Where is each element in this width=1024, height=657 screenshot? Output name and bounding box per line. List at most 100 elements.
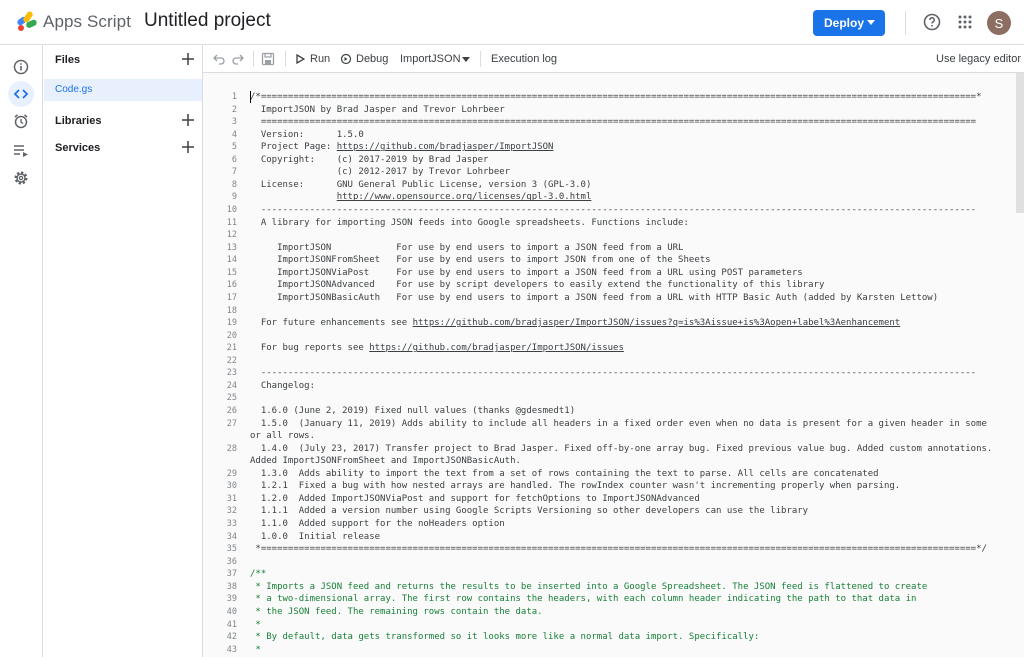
rail-editor[interactable] [8, 81, 34, 107]
line-number: 17 [226, 292, 237, 303]
rail-settings[interactable] [8, 165, 34, 191]
code-text: /** [250, 569, 267, 580]
line-number: 28 [226, 443, 237, 454]
google-apps-icon[interactable] [957, 14, 973, 30]
line-number: 1 [231, 92, 237, 102]
code-line: * By default, data gets transformed so i… [250, 631, 759, 643]
nav-rail [0, 45, 43, 657]
code-text: ImportJSON by Brad Jasper and Trevor Loh… [250, 104, 505, 115]
line-number: 43 [226, 644, 237, 655]
line-number: 4 [231, 129, 237, 140]
code-line: 1.1.0 Added support for the noHeaders op… [250, 518, 505, 530]
line-number: 6 [231, 154, 237, 165]
line-number: 23 [226, 368, 237, 379]
line-number: 26 [226, 406, 237, 416]
line-number: 35 [226, 544, 237, 555]
code-text: * Imports a JSON feed and returns the re… [250, 581, 928, 592]
code-text: 1.1.0 Added support for the noHeaders op… [250, 519, 505, 530]
header-divider [905, 11, 906, 35]
save-icon[interactable] [261, 52, 275, 66]
chevron-down-icon [867, 20, 875, 25]
code-link[interactable]: https://github.com/bradjasper/ImportJSON… [413, 318, 901, 328]
line-number: 13 [226, 242, 237, 253]
line-number: 24 [226, 380, 237, 391]
use-legacy-editor-link[interactable]: Use legacy editor [936, 53, 1021, 65]
project-title[interactable]: Untitled project [144, 10, 271, 32]
toolbar-divider [253, 51, 254, 67]
code-line: ----------------------------------------… [250, 367, 976, 379]
line-number: 41 [226, 619, 237, 630]
code-text: /*======================================… [250, 92, 982, 102]
code-text: Changelog: [250, 380, 316, 391]
code-text: ========================================… [250, 117, 977, 128]
line-number: 16 [226, 280, 237, 291]
code-line: 1.0.0 Initial release [250, 531, 380, 543]
avatar[interactable]: S [987, 11, 1011, 35]
code-text: ----------------------------------------… [250, 205, 977, 216]
editor-toolbar: Run Debug ImportJSON Execution log Use l… [203, 45, 1024, 73]
files-heading: Files [55, 54, 81, 66]
line-number: 5 [231, 142, 237, 153]
add-file-icon[interactable] [181, 52, 195, 66]
line-number: 31 [226, 493, 237, 504]
run-icon[interactable] [295, 54, 305, 64]
toolbar-divider [480, 51, 481, 67]
code-line: http://www.opensource.org/licenses/gpl-3… [250, 191, 592, 203]
apps-script-logo-icon[interactable] [16, 11, 38, 33]
line-number: 8 [231, 179, 237, 190]
add-library-icon[interactable] [181, 113, 195, 127]
undo-icon[interactable] [212, 52, 226, 66]
code-line: ImportJSON For use by end users to impor… [250, 242, 683, 254]
code-line: 1.3.0 Adds ability to import the text fr… [250, 468, 879, 480]
execution-log-button[interactable]: Execution log [491, 53, 557, 65]
code-text: (c) 2012-2017 by Trevor Lohrbeer [250, 167, 511, 178]
code-line: 1.2.1 Fixed a bug with how nested arrays… [250, 480, 900, 492]
run-button[interactable]: Run [310, 53, 330, 65]
line-number: 3 [231, 117, 237, 128]
chevron-down-icon[interactable] [462, 57, 470, 62]
info-icon [13, 59, 29, 75]
libraries-heading[interactable]: Libraries [55, 115, 101, 127]
line-number: 12 [226, 230, 237, 241]
line-number: 7 [231, 167, 237, 178]
line-number: 27 [226, 418, 237, 429]
vertical-scrollbar[interactable] [1016, 73, 1024, 213]
code-text: 1.4.0 (July 23, 2017) Transfer project t… [250, 443, 998, 466]
services-heading[interactable]: Services [55, 142, 100, 154]
code-line: Version: 1.5.0 [250, 129, 364, 141]
rail-triggers[interactable] [8, 108, 34, 134]
code-link[interactable]: https://github.com/bradjasper/ImportJSON [337, 142, 554, 152]
help-icon[interactable] [923, 13, 941, 31]
code-text: ImportJSON For use by end users to impor… [250, 242, 684, 253]
redo-icon[interactable] [231, 52, 245, 66]
code-text: * the JSON feed. The remaining rows cont… [250, 606, 543, 617]
deploy-button[interactable]: Deploy [813, 10, 885, 36]
code-text: Project Page: [250, 142, 337, 153]
code-text: * [250, 644, 261, 655]
line-number: 11 [226, 217, 237, 228]
file-item-code-gs[interactable]: Code.gs [44, 79, 202, 101]
line-number: 2 [231, 104, 237, 115]
code-line: * [250, 619, 261, 631]
code-link[interactable]: https://github.com/bradjasper/ImportJSON… [369, 343, 624, 353]
code-line: License: GNU General Public License, ver… [250, 179, 592, 191]
debug-icon[interactable] [340, 53, 352, 65]
debug-button[interactable]: Debug [356, 53, 388, 65]
line-number: 34 [226, 531, 237, 542]
code-text: * [250, 619, 261, 630]
function-select[interactable]: ImportJSON [400, 53, 461, 65]
line-number: 37 [226, 569, 237, 580]
add-service-icon[interactable] [181, 140, 195, 154]
line-number: 40 [226, 606, 237, 617]
code-line: * the JSON feed. The remaining rows cont… [250, 606, 543, 618]
code-line: For future enhancements see https://gith… [250, 317, 900, 329]
rail-executions[interactable] [8, 137, 34, 163]
code-editor[interactable]: 1 2 3 4 5 6 7 8 9 10 11 12 13 14 15 16 17 18 19 20 21 22 23 24 2… [203, 73, 1024, 657]
line-number: 20 [226, 330, 237, 341]
code-line: /*======================================… [250, 91, 982, 103]
code-link[interactable]: http://www.opensource.org/licenses/gpl-3… [337, 192, 592, 202]
code-text: ImportJSONFromSheet For use by end users… [250, 255, 711, 266]
rail-overview[interactable] [8, 54, 34, 80]
line-number: 36 [226, 556, 237, 567]
